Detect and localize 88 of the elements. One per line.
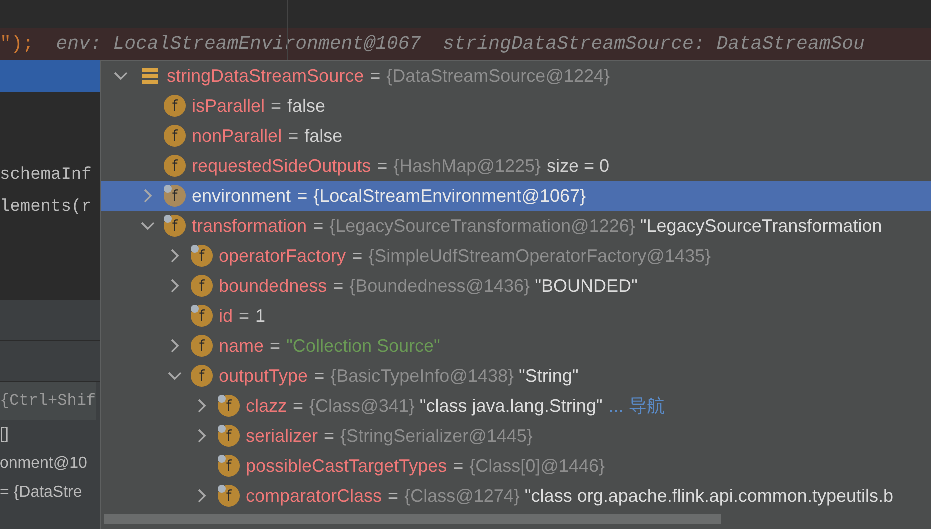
field-icon: f (164, 95, 186, 117)
tree-row[interactable]: f comparatorClass = {Class@1274} "class org.apache.flink.api.common.typeutils.b (101, 481, 931, 511)
object-reference: {SimpleUdfStreamOperatorFactory@1435} (368, 246, 712, 266)
field-name: outputType (219, 366, 308, 386)
code-line: lements(r (0, 197, 92, 219)
object-reference: {Class@341} (310, 396, 415, 416)
field-icon: f (191, 275, 213, 297)
equals-sign: = (271, 96, 282, 116)
equals-sign: = (313, 216, 324, 236)
code-text: "); (0, 32, 34, 57)
field-icon: f (218, 425, 240, 447)
tree-row[interactable]: stringDataStreamSource = {DataStreamSource@1224} (101, 61, 931, 91)
equals-sign: = (352, 246, 363, 266)
string-value: "class org.apache.flink.api.common.typeutils.b (524, 486, 894, 506)
field-icon: f (218, 395, 240, 417)
tree-row[interactable]: f transformation = {LegacySourceTransformation@1226} "LegacySourceTransformation (101, 211, 931, 241)
field-icon: f (191, 305, 213, 327)
tree-row[interactable]: f possibleCastTargetTypes = {Class[0]@1446} (101, 451, 931, 481)
tree-row[interactable]: f isParallel = false (101, 91, 931, 121)
object-reference: {Boundedness@1436} (350, 276, 530, 296)
object-reference: {HashMap@1225} (394, 156, 542, 176)
equals-sign: = (453, 456, 464, 476)
equals-sign: = (370, 66, 381, 86)
object-reference: {StringSerializer@1445} (340, 426, 533, 446)
equals-sign: = (270, 336, 281, 356)
field-icon: f (191, 245, 213, 267)
tree-row[interactable]: f outputType = {BasicTypeInfo@1438} "String" (101, 361, 931, 391)
value-text: false (288, 96, 326, 116)
object-reference: {DataStreamSource@1224} (386, 66, 610, 86)
field-icon: f (164, 125, 186, 147)
value-text: 1 (256, 306, 266, 326)
field-name: serializer (246, 426, 318, 446)
field-name: transformation (192, 216, 308, 236)
field-icon: f (191, 365, 213, 387)
equals-sign: = (297, 186, 308, 206)
equals-sign: = (324, 426, 335, 446)
field-name: nonParallel (192, 126, 282, 146)
inline-value-hint: env: LocalStreamEnvironment@1067 (56, 32, 422, 57)
field-icon: f (191, 335, 213, 357)
string-value: "String" (519, 366, 579, 386)
field-name: isParallel (192, 96, 266, 116)
field-name: boundedness (219, 276, 328, 296)
field-name: possibleCastTargetTypes (246, 456, 448, 476)
equals-sign: = (288, 126, 299, 146)
field-icon: f (164, 215, 186, 237)
object-reference: {LegacySourceTransformation@1226} (330, 216, 636, 236)
field-name: environment (192, 186, 292, 206)
value-text: {LocalStreamEnvironment@1067} (314, 186, 586, 206)
string-value: "class java.lang.String" (420, 396, 603, 416)
value-text: false (304, 126, 343, 146)
field-name: clazz (246, 396, 288, 416)
field-icon: f (164, 185, 186, 207)
equals-sign: = (333, 276, 344, 296)
field-name: id (219, 306, 234, 326)
object-reference: {Class[0]@1446} (470, 456, 605, 476)
tree-row[interactable]: f serializer = {StringSerializer@1445} (101, 421, 931, 451)
string-value: "Collection Source" (286, 336, 440, 356)
equals-sign: = (293, 396, 304, 416)
tree-row[interactable]: f clazz = {Class@341} "class java.lang.String" ... 导航 (101, 391, 931, 421)
field-name: name (219, 336, 264, 356)
equals-sign: = (239, 306, 250, 326)
code-line: schemaInf (0, 165, 92, 187)
field-icon: f (164, 155, 186, 177)
stack-icon (139, 65, 161, 87)
value-text: size = 0 (547, 156, 610, 176)
tree-row[interactable]: f operatorFactory = {SimpleUdfStreamOperatorFactory@1435} (101, 241, 931, 271)
field-name: operatorFactory (219, 246, 346, 266)
object-reference: {Class@1274} (404, 486, 520, 506)
equals-sign: = (388, 486, 399, 506)
field-icon: f (218, 455, 240, 477)
field-name: stringDataStreamSource (167, 66, 364, 86)
tree-row[interactable]: f environment = {LocalStreamEnvironment@1067} (101, 181, 931, 211)
tree-row[interactable]: f name = "Collection Source" (101, 331, 931, 361)
field-icon: f (218, 485, 240, 507)
scrollbar-thumb[interactable] (104, 514, 721, 524)
object-reference: {BasicTypeInfo@1438} (330, 366, 514, 386)
equals-sign: = (314, 366, 325, 386)
tree-row[interactable]: f id = 1 (101, 301, 931, 331)
string-value: "LegacySourceTransformation (640, 216, 882, 236)
string-value: "BOUNDED" (535, 276, 638, 296)
evaluate-field[interactable]: {Ctrl+Shif (0, 382, 96, 420)
equals-sign: = (377, 156, 388, 176)
field-name: requestedSideOutputs (192, 156, 372, 176)
field-name: comparatorClass (246, 486, 382, 506)
tree-row[interactable]: f boundedness = {Boundedness@1436} "BOUNDED" (101, 271, 931, 301)
inline-value-hint: stringDataStreamSource: DataStreamSou (443, 32, 865, 57)
tree-row[interactable]: f nonParallel = false (101, 121, 931, 151)
tree-row[interactable]: f requestedSideOutputs = {HashMap@1225} size = 0 (101, 151, 931, 181)
